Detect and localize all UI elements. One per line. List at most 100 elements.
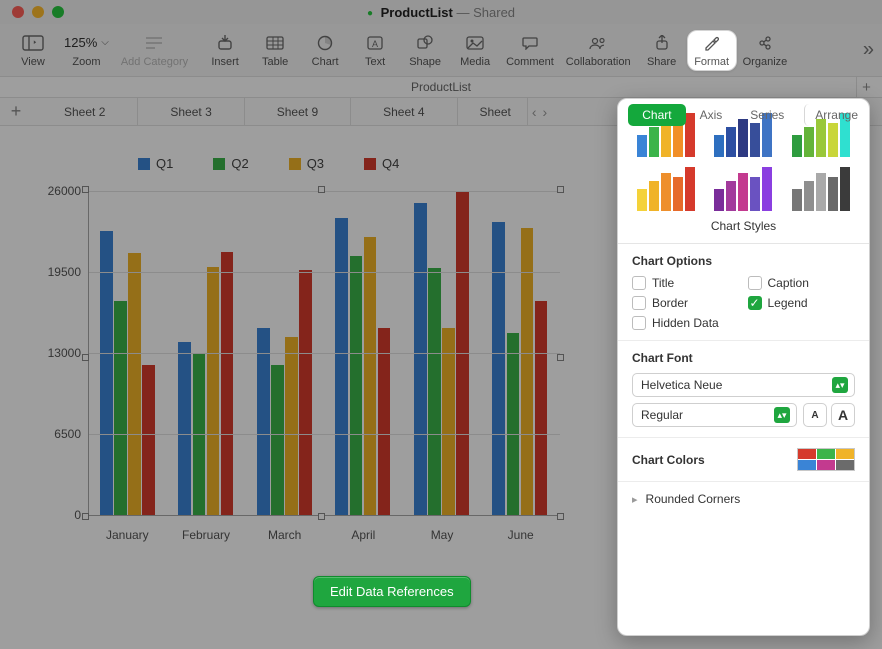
selection-handle[interactable]	[557, 513, 564, 520]
option-border-checkbox[interactable]: Border	[632, 296, 740, 310]
close-window-button[interactable]	[12, 6, 24, 18]
inspector-tab-chart[interactable]: Chart	[628, 104, 685, 126]
bar[interactable]	[364, 237, 377, 515]
comment-icon	[522, 36, 538, 50]
sheet-prev-button[interactable]: ‹	[532, 104, 537, 120]
sheet-tab[interactable]: Sheet 9	[245, 98, 351, 125]
text-button[interactable]: A Text	[350, 31, 400, 70]
sheet-tab[interactable]: Sheet 3	[138, 98, 244, 125]
media-button[interactable]: Media	[450, 31, 500, 70]
y-tick-label: 19500	[48, 265, 89, 279]
edit-data-references-button[interactable]: Edit Data References	[313, 576, 471, 607]
minimize-window-button[interactable]	[32, 6, 44, 18]
bar[interactable]	[221, 252, 234, 515]
bar[interactable]	[507, 333, 520, 515]
inspector-tab-axis[interactable]: Axis	[686, 104, 737, 126]
bar[interactable]	[299, 270, 312, 515]
chart-legend[interactable]: Q1Q2Q3Q4	[138, 156, 399, 171]
share-button[interactable]: Share	[637, 31, 687, 70]
fullscreen-window-button[interactable]	[52, 6, 64, 18]
chart-button[interactable]: Chart	[300, 31, 350, 70]
bar[interactable]	[414, 203, 427, 515]
bar[interactable]	[442, 328, 455, 515]
bar[interactable]	[271, 365, 284, 515]
option-title-checkbox[interactable]: Title	[632, 276, 740, 290]
selection-handle[interactable]	[82, 513, 89, 520]
font-smaller-button[interactable]: A	[803, 403, 827, 427]
x-tick-label: January	[88, 528, 167, 542]
chart-font-header: Chart Font	[632, 351, 855, 365]
window-controls	[0, 6, 64, 18]
font-style-select[interactable]: Regular ▴▾	[632, 403, 797, 427]
shape-icon	[417, 35, 433, 51]
add-category-button[interactable]: Add Category	[115, 31, 194, 70]
document-bar-title: ProductList	[411, 80, 471, 94]
chart-object[interactable]: Q1Q2Q3Q4 06500130001950026000 JanuaryFeb…	[28, 186, 560, 542]
titlebar: ● ProductList — Shared	[0, 0, 882, 24]
add-sheet-corner-button[interactable]: +	[856, 77, 876, 97]
option-hidden-checkbox[interactable]: Hidden Data	[632, 316, 855, 330]
x-axis-labels: JanuaryFebruaryMarchAprilMayJune	[88, 528, 560, 542]
collaboration-button[interactable]: Collaboration	[560, 31, 637, 70]
insert-button[interactable]: Insert	[200, 31, 250, 70]
format-inspector: Chart Styles Chart Options Title Caption…	[617, 98, 870, 636]
bar[interactable]	[114, 301, 127, 515]
sheet-next-button[interactable]: ›	[543, 104, 548, 120]
option-legend-checkbox[interactable]: ✓Legend	[748, 296, 856, 310]
collaboration-icon	[588, 36, 608, 50]
bar[interactable]	[378, 328, 391, 515]
organize-icon	[757, 35, 773, 51]
bar[interactable]	[492, 222, 505, 515]
sheet-tab[interactable]: Sheet 4	[351, 98, 457, 125]
sheet-tab[interactable]: Sheet	[458, 98, 528, 125]
window-title: ● ProductList — Shared	[0, 5, 882, 20]
bar[interactable]	[178, 342, 191, 515]
inspector-tab-arrange[interactable]: Arrange	[804, 104, 872, 126]
x-tick-label: April	[324, 528, 403, 542]
bar[interactable]	[285, 337, 298, 515]
font-family-select[interactable]: Helvetica Neue ▴▾	[632, 373, 855, 397]
view-button[interactable]: View	[8, 31, 58, 70]
chart-colors-button[interactable]	[797, 448, 855, 471]
bar[interactable]	[128, 253, 141, 515]
share-icon	[655, 35, 669, 51]
chart-style-thumb[interactable]	[632, 167, 700, 211]
bar[interactable]	[207, 267, 220, 515]
zoom-control[interactable]: 125% ⌵ Zoom	[58, 31, 115, 70]
bar[interactable]	[350, 256, 363, 515]
bar[interactable]	[535, 301, 548, 515]
selection-handle[interactable]	[557, 354, 564, 361]
table-button[interactable]: Table	[250, 31, 300, 70]
bar[interactable]	[142, 365, 155, 515]
sheet-tab[interactable]: Sheet 2	[32, 98, 138, 125]
selection-handle[interactable]	[557, 186, 564, 193]
rounded-corners-disclosure[interactable]: ▸ Rounded Corners	[618, 482, 869, 516]
zoom-value: 125%	[64, 35, 97, 50]
select-stepper-icon: ▴▾	[774, 407, 790, 423]
bar[interactable]	[100, 231, 113, 515]
option-caption-checkbox[interactable]: Caption	[748, 276, 856, 290]
selection-handle[interactable]	[82, 354, 89, 361]
inspector-tab-series[interactable]: Series	[736, 104, 798, 126]
selection-handle[interactable]	[318, 513, 325, 520]
bar[interactable]	[428, 268, 441, 515]
toolbar-overflow-button[interactable]: »	[863, 39, 874, 62]
bar[interactable]	[335, 218, 348, 515]
format-button[interactable]: Format	[687, 30, 737, 71]
chart-style-thumb[interactable]	[710, 167, 778, 211]
selection-handle[interactable]	[82, 186, 89, 193]
shape-button[interactable]: Shape	[400, 31, 450, 70]
chart-style-thumb[interactable]	[787, 167, 855, 211]
bar[interactable]	[257, 328, 270, 515]
organize-button[interactable]: Organize	[737, 31, 794, 70]
document-name: ProductList	[381, 5, 453, 20]
media-icon	[466, 36, 484, 50]
chart-colors-header: Chart Colors	[632, 453, 705, 467]
add-sheet-button[interactable]: +	[0, 101, 32, 122]
chart-options-section: Chart Options Title Caption Border ✓Lege…	[618, 244, 869, 341]
collab-dot-icon: ●	[367, 8, 373, 19]
comment-button[interactable]: Comment	[500, 31, 560, 70]
chart-styles-label: Chart Styles	[618, 219, 869, 244]
selection-handle[interactable]	[318, 186, 325, 193]
font-bigger-button[interactable]: A	[831, 403, 855, 427]
